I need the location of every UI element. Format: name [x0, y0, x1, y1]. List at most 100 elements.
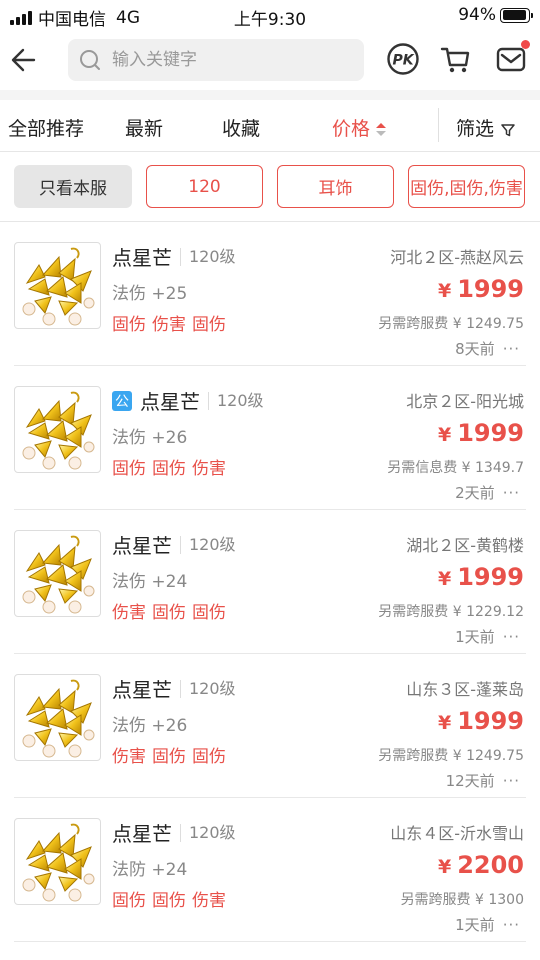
item-name-row: 点星芒 120级	[112, 818, 236, 847]
chip-server-only[interactable]: 只看本服	[14, 165, 132, 208]
sort-price[interactable]: 价格	[332, 114, 387, 141]
item-level: 120级	[180, 535, 236, 554]
item-level: 120级	[180, 247, 236, 266]
item-thumbnail	[14, 386, 101, 473]
item-tag: 固伤	[192, 603, 226, 623]
item-stat: 法伤 +24	[112, 572, 188, 592]
chip-attributes[interactable]: 固伤,固伤,伤害	[408, 165, 525, 208]
sort-order-icon	[376, 122, 387, 137]
item-server: 山东４区-沂水雪山	[390, 824, 524, 843]
list-item[interactable]: 点星芒 120级 法防 +24 固伤 固伤 伤害 山东４区-沂水雪山 ¥2200 另…	[14, 798, 526, 942]
item-tags: 固伤 固伤 伤害	[112, 454, 232, 479]
item-level: 120级	[180, 679, 236, 698]
item-tag: 固伤	[152, 747, 186, 767]
search-header: PK	[0, 34, 540, 88]
item-name: 点星芒	[112, 246, 172, 270]
search-box[interactable]	[68, 39, 364, 81]
item-time-row: 1天前 ···	[455, 626, 520, 647]
list-item[interactable]: 点星芒 120级 法伤 +25 固伤 伤害 固伤 河北２区-燕赵风云 ¥1999 另…	[14, 222, 526, 366]
item-tags: 伤害 固伤 固伤	[112, 742, 232, 767]
pk-icon[interactable]: PK	[386, 42, 420, 76]
status-bar: 中国电信 4G 上午9:30 94%	[0, 0, 540, 30]
more-options-icon[interactable]: ···	[503, 628, 520, 646]
filter-button[interactable]: 筛选	[456, 114, 516, 141]
item-price: ¥2200	[438, 851, 524, 879]
sort-price-label: 价格	[332, 118, 371, 140]
item-thumbnail	[14, 818, 101, 905]
divider	[0, 90, 540, 100]
search-input[interactable]	[112, 50, 342, 70]
filter-label: 筛选	[456, 118, 495, 140]
earring-image	[22, 391, 95, 470]
item-tag: 伤害	[112, 603, 146, 623]
item-level: 120级	[180, 823, 236, 842]
item-time: 2天前	[455, 484, 495, 502]
currency-symbol: ¥	[437, 856, 452, 878]
item-fee: 另需跨服费 ¥ 1249.75	[378, 748, 524, 764]
item-thumbnail	[14, 242, 101, 329]
item-name-row: 点星芒 120级	[112, 674, 236, 703]
earring-image	[22, 247, 95, 326]
item-server: 北京２区-阳光城	[406, 392, 524, 411]
svg-text:PK: PK	[392, 53, 414, 69]
item-time-row: 1天前 ···	[455, 914, 520, 935]
chip-level[interactable]: 120	[146, 165, 263, 208]
more-options-icon[interactable]: ···	[503, 484, 520, 502]
price-value: 1999	[457, 707, 524, 735]
item-tags: 伤害 固伤 固伤	[112, 598, 232, 623]
sort-favorites[interactable]: 收藏	[222, 114, 260, 141]
item-price: ¥1999	[438, 563, 524, 591]
item-time: 1天前	[455, 916, 495, 934]
item-tag: 固伤	[192, 315, 226, 335]
sort-latest[interactable]: 最新	[125, 114, 163, 141]
earring-image	[22, 679, 95, 758]
item-time: 1天前	[455, 628, 495, 646]
item-tag: 固伤	[152, 603, 186, 623]
item-tags: 固伤 伤害 固伤	[112, 310, 232, 335]
item-stat: 法伤 +26	[112, 716, 188, 736]
item-stat: 法伤 +26	[112, 428, 188, 448]
list-item[interactable]: 点星芒 120级 法伤 +26 伤害 固伤 固伤 山东３区-蓬莱岛 ¥1999 另需…	[14, 654, 526, 798]
list-item[interactable]: 公 点星芒 120级 法伤 +26 固伤 固伤 伤害 北京２区-阳光城 ¥1999 …	[14, 366, 526, 510]
item-tag: 固伤	[112, 891, 146, 911]
item-list: 点星芒 120级 法伤 +25 固伤 伤害 固伤 河北２区-燕赵风云 ¥1999 另…	[0, 222, 540, 942]
item-thumbnail	[14, 530, 101, 617]
item-tags: 固伤 固伤 伤害	[112, 886, 232, 911]
item-server: 河北２区-燕赵风云	[390, 248, 524, 267]
mail-button[interactable]	[494, 40, 530, 76]
item-name: 点星芒	[112, 678, 172, 702]
item-tag: 伤害	[192, 891, 226, 911]
cart-icon[interactable]	[438, 42, 472, 76]
filter-chips: 只看本服 120 耳饰 固伤,固伤,伤害	[0, 152, 540, 222]
currency-symbol: ¥	[437, 568, 452, 590]
item-name-row: 公 点星芒 120级	[112, 386, 264, 415]
currency-symbol: ¥	[437, 712, 452, 734]
item-time-row: 8天前 ···	[455, 338, 520, 359]
item-time: 8天前	[455, 340, 495, 358]
status-right: 94%	[458, 5, 533, 25]
back-arrow-icon[interactable]	[8, 42, 44, 78]
chip-type[interactable]: 耳饰	[277, 165, 394, 208]
list-item[interactable]: 点星芒 120级 法伤 +24 伤害 固伤 固伤 湖北２区-黄鹤楼 ¥1999 另需…	[14, 510, 526, 654]
item-price: ¥1999	[438, 707, 524, 735]
item-price: ¥1999	[438, 419, 524, 447]
item-server: 山东３区-蓬莱岛	[406, 680, 524, 699]
price-value: 1999	[457, 419, 524, 447]
currency-symbol: ¥	[437, 424, 452, 446]
item-server: 湖北２区-黄鹤楼	[406, 536, 524, 555]
item-tag: 固伤	[192, 747, 226, 767]
item-stat: 法伤 +25	[112, 284, 188, 304]
sort-bar: 全部推荐 最新 收藏 价格 筛选	[0, 100, 540, 152]
sort-all[interactable]: 全部推荐	[8, 114, 84, 141]
item-tag: 伤害	[152, 315, 186, 335]
item-name: 点星芒	[140, 390, 200, 414]
price-value: 1999	[457, 275, 524, 303]
item-tag: 固伤	[152, 459, 186, 479]
more-options-icon[interactable]: ···	[503, 916, 520, 934]
more-options-icon[interactable]: ···	[503, 340, 520, 358]
item-stat: 法防 +24	[112, 860, 188, 880]
item-tag: 伤害	[112, 747, 146, 767]
item-fee: 另需跨服费 ¥ 1229.12	[378, 604, 524, 620]
notification-dot	[521, 40, 530, 49]
more-options-icon[interactable]: ···	[503, 772, 520, 790]
